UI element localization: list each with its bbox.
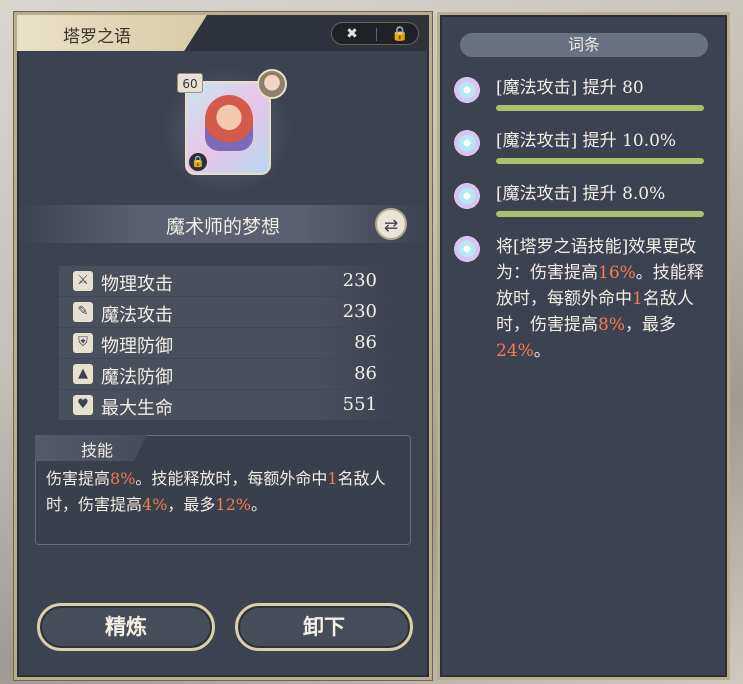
text-segment: ，最多 [167,495,216,514]
stat-value: 230 [342,301,377,322]
swap-icon[interactable]: ⇄ [375,208,407,240]
affix-text: [魔法攻击] 提升 80 [496,78,644,98]
gem-icon [448,177,486,215]
divider [376,28,377,41]
affix-text: [魔法攻击] 提升 10.0% [496,131,677,151]
skill-box: 技能 伤害提高8%。技能释放时，每额外命中1名敌人时，伤害提高4%，最多12%。 [35,435,411,545]
stat-value: 86 [354,332,377,353]
panel-title: 塔罗之语 [63,27,131,47]
owner-avatar [257,69,287,99]
stat-value: 230 [342,270,377,291]
affix-bar [496,105,704,111]
affix-header: 词条 [460,33,708,57]
affix-item: [魔法攻击] 提升 8.0% [448,177,716,221]
affix-item: [魔法攻击] 提升 10.0% [448,124,716,168]
highlight-value: 8% [598,315,625,335]
heart-icon: ♥ [73,395,93,415]
text-segment: ，最多 [624,315,676,335]
text-segment: 。技能释放时，每额外命中 [135,469,328,488]
affix-text: [魔法攻击] 提升 8.0% [496,184,666,204]
gem-icon [448,71,486,109]
affix-panel: 词条 [魔法攻击] 提升 80 [魔法攻击] 提升 10.0% [魔法攻击] 提… [437,12,730,680]
stats-list: ⚔ 物理攻击 230 ✎ 魔法攻击 230 ⛨ 物理防御 86 ▲ 魔法防御 8… [59,265,397,420]
stat-value: 551 [342,394,377,415]
card-lock-icon: 🔒 [189,153,207,171]
stat-label: 物理攻击 [101,274,173,295]
highlight-value: 1 [632,289,643,309]
lock-icon[interactable]: 🔒 [390,24,410,44]
stat-label: 魔法防御 [101,367,173,388]
unequip-button[interactable]: 卸下 [235,603,413,651]
affix-bar [496,211,704,217]
stat-row: ⛨ 物理防御 86 [59,327,397,358]
highlight-value: 24% [496,341,534,361]
stat-label: 最大生命 [101,398,173,419]
affix-effect: 将[塔罗之语技能]效果更改为：伤害提高16%。技能释放时，每额外命中1名敌人时，… [448,230,718,364]
highlight-value: 4% [142,495,168,514]
card-level-badge: 60 [177,73,203,93]
equipment-detail-panel: 塔罗之语 ✖ 🔒 🔒 60 魔术师的梦想 ⇄ ⚔ 物理攻击 230 ✎ 魔法攻击… [14,12,432,680]
skill-tab-label: 技能 [81,441,114,460]
affix-bar-fill [496,158,704,164]
stat-row: ⚔ 物理攻击 230 [59,265,397,296]
sword-icon: ⚔ [73,271,93,291]
text-segment: 伤害提高 [46,469,111,488]
text-segment: 。 [533,341,551,361]
hat-icon: ▲ [73,364,93,384]
effect-description: 将[塔罗之语技能]效果更改为：伤害提高16%。技能释放时，每额外命中1名敌人时，… [496,234,718,364]
highlight-value: 16% [598,263,636,283]
stat-value: 86 [354,363,377,384]
card-frame: 🔒 [185,81,271,175]
skill-description: 伤害提高8%。技能释放时，每额外命中1名敌人时，伤害提高4%，最多12%。 [46,466,398,518]
title-bar: 塔罗之语 ✖ 🔒 [17,15,429,51]
highlight-value: 12% [215,495,251,514]
wand-icon: ✎ [73,302,93,322]
item-name-row: 魔术师的梦想 ⇄ [17,205,429,243]
skill-tab: 技能 [35,435,147,461]
affix-bar-fill [496,105,704,111]
affix-item: [魔法攻击] 提升 80 [448,71,716,115]
stat-label: 物理防御 [101,336,173,357]
equipment-card[interactable]: 🔒 60 [161,65,293,197]
discard-icon[interactable]: ✖ [342,24,362,44]
affix-bar-fill [496,211,704,217]
item-name: 魔术师的梦想 [165,216,280,238]
affix-bar [496,158,704,164]
stat-row: ▲ 魔法防御 86 [59,358,397,389]
highlight-value: 1 [327,469,338,488]
stat-row: ♥ 最大生命 551 [59,389,397,420]
card-portrait [205,95,253,151]
gem-icon [448,230,486,268]
shield-icon: ⛨ [73,333,93,353]
text-segment: 。 [250,495,267,514]
refine-button[interactable]: 精炼 [37,603,215,651]
highlight-value: 8% [110,469,136,488]
action-pill: ✖ 🔒 [331,22,419,45]
stat-label: 魔法攻击 [101,305,173,326]
stat-row: ✎ 魔法攻击 230 [59,296,397,327]
gem-icon [448,124,486,162]
